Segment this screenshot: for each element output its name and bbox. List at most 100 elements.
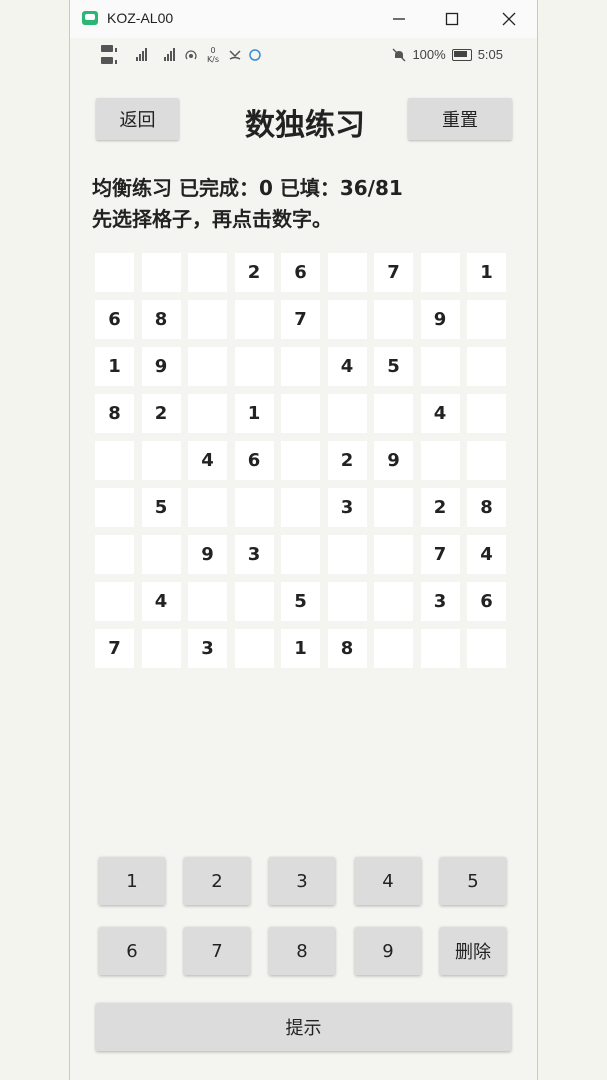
sudoku-cell[interactable]: 5	[141, 488, 181, 527]
hint-button[interactable]: 提示	[96, 1003, 511, 1051]
sudoku-cell[interactable]: 8	[141, 300, 181, 339]
sudoku-cell[interactable]	[234, 488, 274, 527]
sudoku-cell[interactable]: 3	[188, 629, 227, 668]
sudoku-cell[interactable]: 2	[327, 441, 367, 480]
instruction-text: 先选择格子，再点击数字。	[92, 207, 332, 231]
sudoku-cell[interactable]: 7	[374, 253, 413, 292]
delete-button[interactable]: 删除	[440, 927, 506, 975]
sudoku-cell[interactable]	[374, 535, 413, 574]
sudoku-cell[interactable]: 4	[188, 441, 227, 480]
minimize-icon[interactable]	[384, 4, 414, 34]
sudoku-cell[interactable]	[327, 582, 367, 621]
number-button-4[interactable]: 4	[355, 857, 421, 905]
sudoku-cell[interactable]	[374, 300, 413, 339]
sudoku-cell[interactable]: 9	[374, 441, 413, 480]
sudoku-cell[interactable]	[420, 253, 460, 292]
sudoku-cell[interactable]	[188, 347, 227, 386]
sudoku-cell[interactable]: 4	[467, 535, 506, 574]
sudoku-cell[interactable]	[420, 347, 460, 386]
sudoku-cell[interactable]: 1	[234, 394, 274, 433]
sudoku-cell[interactable]: 8	[467, 488, 506, 527]
number-button-7[interactable]: 7	[184, 927, 250, 975]
sudoku-cell[interactable]: 7	[281, 300, 320, 339]
sudoku-cell[interactable]	[281, 441, 320, 480]
sudoku-cell[interactable]: 2	[420, 488, 460, 527]
sudoku-cell[interactable]: 4	[420, 394, 460, 433]
sudoku-cell[interactable]	[234, 629, 274, 668]
sudoku-cell[interactable]	[327, 300, 367, 339]
sudoku-cell[interactable]	[234, 347, 274, 386]
sudoku-cell[interactable]: 3	[234, 535, 274, 574]
sudoku-cell[interactable]: 1	[467, 253, 506, 292]
sudoku-cell[interactable]	[188, 253, 227, 292]
sudoku-cell[interactable]	[141, 441, 181, 480]
sudoku-cell[interactable]: 6	[234, 441, 274, 480]
sudoku-cell[interactable]: 6	[467, 582, 506, 621]
sudoku-cell[interactable]: 1	[281, 629, 320, 668]
sudoku-cell[interactable]	[95, 582, 134, 621]
sudoku-cell[interactable]	[95, 441, 134, 480]
sudoku-cell[interactable]: 6	[281, 253, 320, 292]
sudoku-cell[interactable]: 3	[327, 488, 367, 527]
sudoku-cell[interactable]	[467, 347, 506, 386]
sudoku-cell[interactable]: 8	[95, 394, 134, 433]
sudoku-cell[interactable]: 4	[141, 582, 181, 621]
number-button-8[interactable]: 8	[269, 927, 335, 975]
sudoku-cell[interactable]	[374, 488, 413, 527]
sudoku-cell[interactable]	[141, 629, 181, 668]
sudoku-cell[interactable]	[420, 629, 460, 668]
sudoku-cell[interactable]	[95, 253, 134, 292]
sudoku-cell[interactable]: 4	[327, 347, 367, 386]
reset-button[interactable]: 重置	[408, 98, 512, 140]
sudoku-cell[interactable]	[234, 582, 274, 621]
sudoku-cell[interactable]: 5	[281, 582, 320, 621]
sudoku-cell[interactable]	[188, 300, 227, 339]
sudoku-cell[interactable]	[467, 394, 506, 433]
sudoku-cell[interactable]	[281, 535, 320, 574]
sudoku-cell[interactable]: 7	[420, 535, 460, 574]
close-icon[interactable]	[494, 4, 524, 34]
sudoku-cell[interactable]	[141, 535, 181, 574]
sudoku-cell[interactable]	[95, 488, 134, 527]
sudoku-cell[interactable]	[281, 394, 320, 433]
sudoku-cell[interactable]	[234, 300, 274, 339]
network-indicators: 0 K/s	[100, 43, 262, 67]
sudoku-cell[interactable]	[281, 488, 320, 527]
sudoku-cell[interactable]	[281, 347, 320, 386]
sudoku-cell[interactable]	[188, 488, 227, 527]
page-title: 数独练习	[245, 108, 365, 143]
number-button-5[interactable]: 5	[440, 857, 506, 905]
sudoku-cell[interactable]	[420, 441, 460, 480]
sudoku-cell[interactable]: 6	[95, 300, 134, 339]
sudoku-cell[interactable]: 9	[420, 300, 460, 339]
maximize-icon[interactable]	[437, 4, 467, 34]
sudoku-cell[interactable]	[374, 582, 413, 621]
sudoku-cell[interactable]	[188, 394, 227, 433]
sudoku-cell[interactable]: 7	[95, 629, 134, 668]
sudoku-cell[interactable]	[374, 629, 413, 668]
back-button[interactable]: 返回	[96, 98, 179, 140]
sudoku-cell[interactable]	[141, 253, 181, 292]
sudoku-cell[interactable]	[467, 629, 506, 668]
sudoku-cell[interactable]	[327, 535, 367, 574]
sudoku-cell[interactable]	[95, 535, 134, 574]
sudoku-cell[interactable]	[188, 582, 227, 621]
sudoku-cell[interactable]	[374, 394, 413, 433]
number-button-6[interactable]: 6	[99, 927, 165, 975]
sudoku-cell[interactable]	[327, 394, 367, 433]
sudoku-cell[interactable]: 1	[95, 347, 134, 386]
sudoku-cell[interactable]: 8	[327, 629, 367, 668]
sudoku-cell[interactable]	[467, 300, 506, 339]
sudoku-cell[interactable]: 9	[188, 535, 227, 574]
number-button-2[interactable]: 2	[184, 857, 250, 905]
sudoku-cell[interactable]: 2	[234, 253, 274, 292]
number-button-1[interactable]: 1	[99, 857, 165, 905]
number-button-3[interactable]: 3	[269, 857, 335, 905]
number-button-9[interactable]: 9	[355, 927, 421, 975]
sudoku-cell[interactable]	[327, 253, 367, 292]
sudoku-cell[interactable]: 3	[420, 582, 460, 621]
sudoku-cell[interactable]: 9	[141, 347, 181, 386]
sudoku-cell[interactable]: 5	[374, 347, 413, 386]
sudoku-cell[interactable]: 2	[141, 394, 181, 433]
sudoku-cell[interactable]	[467, 441, 506, 480]
